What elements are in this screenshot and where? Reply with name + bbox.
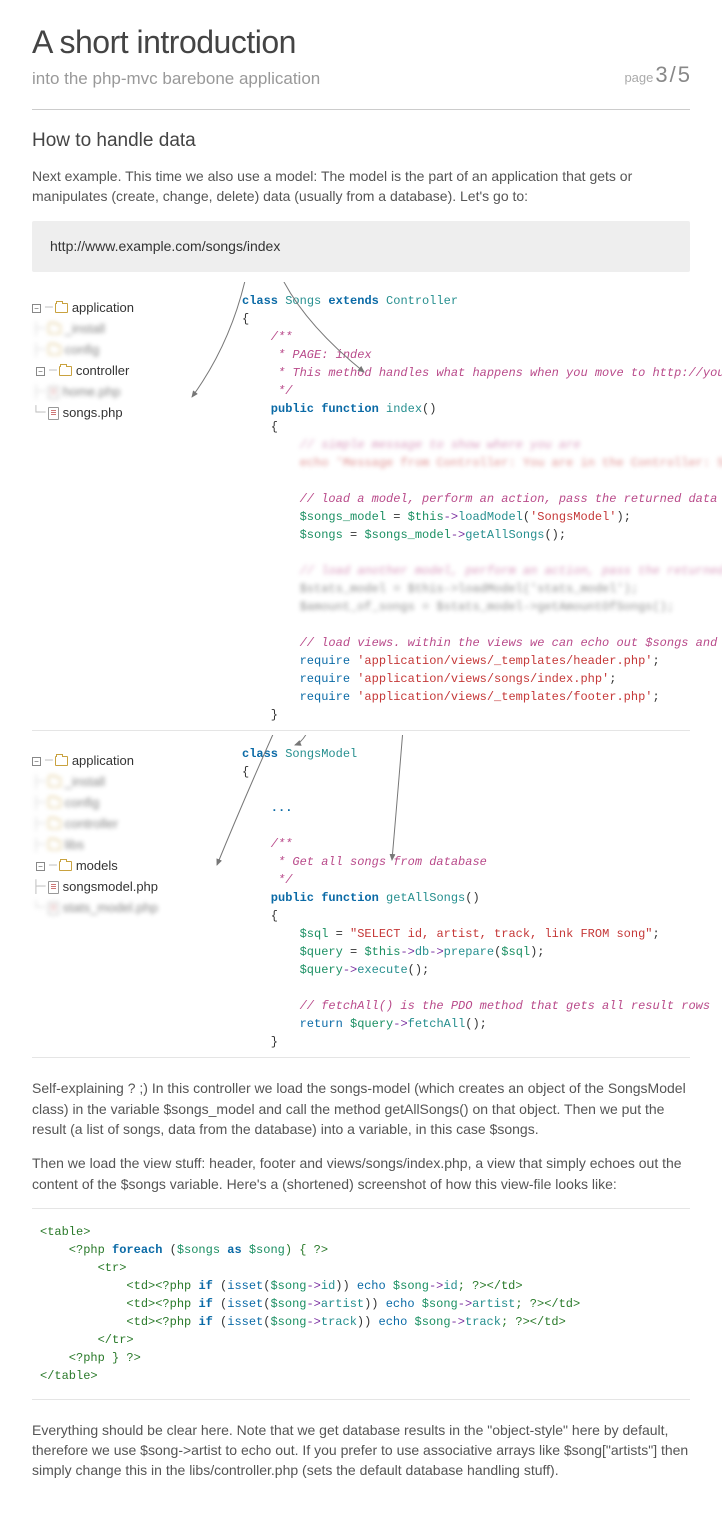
- section-title: How to handle data: [32, 128, 690, 155]
- code-controller: class Songs extends Controller { /** * P…: [242, 292, 722, 724]
- page-total: 5: [678, 60, 690, 91]
- folder-icon: [55, 303, 68, 313]
- divider: [32, 109, 690, 110]
- file-icon: [48, 902, 59, 915]
- tree-toggle-icon: −: [36, 367, 45, 376]
- paragraph-closing: Everything should be clear here. Note th…: [32, 1420, 690, 1481]
- intro-text: Next example. This time we also use a mo…: [32, 166, 690, 207]
- file-icon: [48, 881, 59, 894]
- page-sep: /: [670, 60, 676, 91]
- page-header: A short introduction into the php-mvc ba…: [32, 20, 690, 91]
- tree-toggle-icon: −: [32, 757, 41, 766]
- page-current: 3: [655, 60, 667, 91]
- page-subtitle: into the php-mvc barebone application: [32, 67, 320, 91]
- file-icon: [48, 386, 59, 399]
- url-box: http://www.example.com/songs/index: [32, 221, 690, 273]
- page-label: page: [624, 69, 653, 87]
- folder-icon: [48, 840, 61, 850]
- folder-icon: [59, 366, 72, 376]
- folder-icon: [48, 819, 61, 829]
- paragraph-explain: Self-explaining ? ;) In this controller …: [32, 1078, 690, 1139]
- tree-folder-application: application: [72, 752, 134, 770]
- folder-icon: [48, 798, 61, 808]
- tree-folder-application: application: [72, 299, 134, 317]
- folder-icon: [48, 324, 61, 334]
- paragraph-view: Then we load the view stuff: header, foo…: [32, 1153, 690, 1194]
- file-tree-model: −─ application ├─ _install ├─ config ├─ …: [32, 745, 212, 919]
- folder-icon: [48, 777, 61, 787]
- tree-file-songs: songs.php: [63, 404, 123, 422]
- tree-folder-models: models: [76, 857, 118, 875]
- folder-icon: [48, 345, 61, 355]
- code-model: class SongsModel { ... /** * Get all son…: [242, 745, 710, 1051]
- diagram-model: −─ application ├─ _install ├─ config ├─ …: [32, 735, 690, 1058]
- tree-folder-controller: controller: [76, 362, 129, 380]
- tree-toggle-icon: −: [32, 304, 41, 313]
- folder-icon: [59, 861, 72, 871]
- file-icon: [48, 407, 59, 420]
- diagram-controller: −─ application ├─ _install ├─ config −─ …: [32, 282, 690, 731]
- file-tree-controller: −─ application ├─ _install ├─ config −─ …: [32, 292, 212, 424]
- folder-icon: [55, 756, 68, 766]
- page-title: A short introduction: [32, 20, 320, 65]
- code-view-template: <table> <?php foreach ($songs as $song) …: [32, 1208, 690, 1400]
- tree-toggle-icon: −: [36, 862, 45, 871]
- page-indicator: page 3 / 5: [624, 60, 690, 91]
- tree-file-songsmodel: songsmodel.php: [63, 878, 158, 896]
